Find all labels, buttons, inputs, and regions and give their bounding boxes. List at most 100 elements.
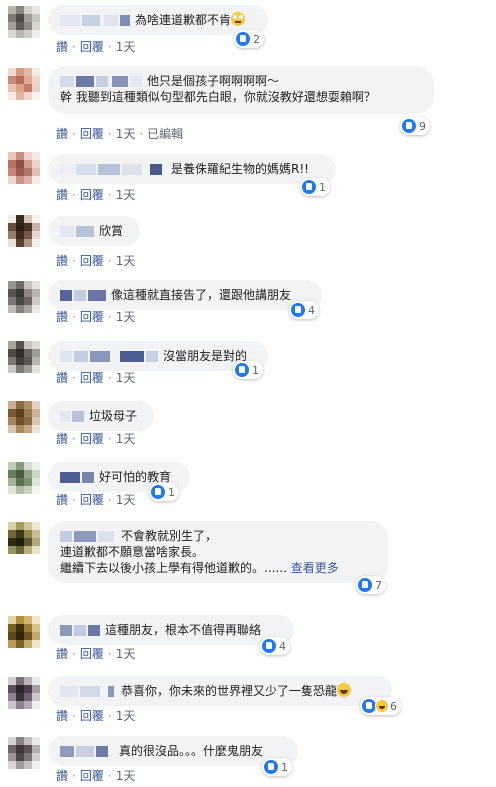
commenter-name[interactable] bbox=[60, 531, 118, 542]
like-button[interactable]: 讚 bbox=[56, 432, 68, 446]
commenter-name[interactable] bbox=[60, 15, 132, 26]
reply-button[interactable]: 回覆 bbox=[80, 493, 104, 507]
reply-button[interactable]: 回覆 bbox=[80, 188, 104, 202]
avatar[interactable] bbox=[8, 677, 40, 709]
timestamp[interactable]: 1天 bbox=[116, 127, 136, 141]
reply-button[interactable]: 回覆 bbox=[80, 647, 104, 661]
comment-text: 沒當朋友是對的 bbox=[163, 349, 248, 363]
commenter-name[interactable] bbox=[60, 686, 118, 697]
reaction-count[interactable]: 4 bbox=[260, 637, 290, 655]
avatar[interactable] bbox=[8, 152, 40, 184]
like-button[interactable]: 讚 bbox=[56, 493, 68, 507]
avatar[interactable] bbox=[8, 462, 40, 494]
timestamp[interactable]: 1天 bbox=[116, 647, 136, 661]
avatar[interactable] bbox=[8, 281, 40, 313]
timestamp[interactable]: 1天 bbox=[116, 371, 136, 385]
like-icon bbox=[302, 180, 316, 194]
like-icon bbox=[358, 578, 372, 592]
like-button[interactable]: 讚 bbox=[56, 371, 68, 385]
comment-bubble: 像這種就直接告了，還跟他講朋友 bbox=[48, 280, 322, 310]
like-button[interactable]: 讚 bbox=[56, 188, 68, 202]
like-icon bbox=[235, 363, 249, 377]
reply-button[interactable]: 回覆 bbox=[80, 709, 104, 723]
reply-button[interactable]: 回覆 bbox=[80, 310, 104, 324]
grinning-sweat-emoji-icon bbox=[337, 683, 352, 697]
comment-actions: 讚 · 回覆 · 1天 bbox=[56, 647, 136, 661]
timestamp[interactable]: 1天 bbox=[116, 40, 136, 54]
avatar[interactable] bbox=[8, 522, 40, 554]
reaction-count-value: 6 bbox=[390, 699, 397, 713]
commenter-name[interactable] bbox=[60, 411, 86, 422]
comment-bubble: 真的很沒品。。。什麼鬼朋友 bbox=[48, 736, 298, 766]
like-button[interactable]: 讚 bbox=[56, 769, 68, 783]
avatar[interactable] bbox=[8, 737, 40, 769]
edited-label[interactable]: 已編輯 bbox=[147, 127, 183, 141]
comment-text-line-2: 連道歉都不願意當啥家長。 bbox=[60, 545, 205, 559]
reaction-count[interactable]: 7 bbox=[356, 576, 386, 594]
reply-button[interactable]: 回覆 bbox=[80, 769, 104, 783]
comment-actions: 讚 · 回覆 · 1天 bbox=[56, 709, 136, 723]
like-icon bbox=[151, 485, 165, 499]
comment-bubble: 欣賞 bbox=[48, 216, 140, 246]
reaction-count[interactable]: 4 bbox=[289, 301, 319, 319]
like-button[interactable]: 讚 bbox=[56, 709, 68, 723]
reaction-count-value: 7 bbox=[375, 578, 382, 592]
reaction-count-value: 9 bbox=[419, 119, 426, 133]
like-button[interactable]: 讚 bbox=[56, 254, 68, 268]
commenter-name[interactable] bbox=[60, 625, 102, 636]
commenter-name[interactable] bbox=[60, 472, 96, 483]
like-button[interactable]: 讚 bbox=[56, 40, 68, 54]
like-icon bbox=[291, 303, 305, 317]
reaction-count[interactable]: 6 bbox=[360, 697, 401, 715]
reply-button[interactable]: 回覆 bbox=[80, 40, 104, 54]
comment-actions: 讚 · 回覆 · 1天 bbox=[56, 310, 136, 324]
comment-bubble: 不會教就別生了， 連道歉都不願意當啥家長。 繼續下去以後小孩上學有得他道歉的。.… bbox=[48, 521, 388, 583]
comment-bubble: 這種朋友，根本不值得再聯絡 bbox=[48, 615, 294, 645]
reaction-count[interactable]: 1 bbox=[149, 483, 179, 501]
avatar[interactable] bbox=[8, 68, 40, 100]
reaction-count[interactable]: 1 bbox=[262, 758, 292, 776]
avatar[interactable] bbox=[8, 215, 40, 247]
avatar[interactable] bbox=[8, 341, 40, 373]
avatar[interactable] bbox=[8, 401, 40, 433]
timestamp[interactable]: 1天 bbox=[116, 432, 136, 446]
timestamp[interactable]: 1天 bbox=[116, 769, 136, 783]
commenter-name[interactable] bbox=[60, 746, 116, 757]
timestamp[interactable]: 1天 bbox=[116, 493, 136, 507]
comment-actions: 讚 · 回覆 · 1天 bbox=[56, 432, 136, 446]
timestamp[interactable]: 1天 bbox=[116, 310, 136, 324]
comment-actions: 讚 · 回覆 · 1天 bbox=[56, 40, 136, 54]
reply-button[interactable]: 回覆 bbox=[80, 127, 104, 141]
reply-button[interactable]: 回覆 bbox=[80, 432, 104, 446]
reaction-count[interactable]: 1 bbox=[300, 178, 330, 196]
comment-text: 為啥連道歉都不肯 bbox=[135, 13, 232, 27]
comment-text: 是養侏羅紀生物的媽媽R!! bbox=[171, 162, 309, 176]
comment-text: 欣賞 bbox=[99, 224, 124, 238]
like-icon bbox=[264, 760, 278, 774]
commenter-name[interactable] bbox=[60, 351, 160, 362]
reply-button[interactable]: 回覆 bbox=[80, 254, 104, 268]
timestamp[interactable]: 1天 bbox=[116, 709, 136, 723]
like-button[interactable]: 讚 bbox=[56, 310, 68, 324]
commenter-name[interactable] bbox=[60, 164, 168, 175]
like-button[interactable]: 讚 bbox=[56, 647, 68, 661]
see-more-link[interactable]: 查看更多 bbox=[291, 561, 339, 575]
timestamp[interactable]: 1天 bbox=[116, 188, 136, 202]
avatar[interactable] bbox=[8, 6, 40, 38]
comment-bubble: 垃圾母子 bbox=[48, 401, 154, 431]
comment-text: 真的很沒品。。。什麼鬼朋友 bbox=[119, 744, 264, 758]
comment-bubble: 恭喜你，你未來的世界裡又少了一隻恐龍 bbox=[48, 676, 392, 706]
commenter-name[interactable] bbox=[60, 226, 96, 237]
reaction-count[interactable]: 2 bbox=[234, 30, 264, 48]
reaction-count[interactable]: 1 bbox=[233, 361, 263, 379]
reply-button[interactable]: 回覆 bbox=[80, 371, 104, 385]
avatar[interactable] bbox=[8, 616, 40, 648]
commenter-name[interactable] bbox=[60, 290, 108, 301]
comment-bubble: 他只是個孩子啊啊啊啊～ 幹 我聽到這種類似句型都先白眼，你就沒教好還想耍賴啊？ bbox=[48, 66, 434, 114]
commenter-name[interactable] bbox=[60, 76, 144, 87]
reaction-count-value: 1 bbox=[168, 485, 175, 499]
like-button[interactable]: 讚 bbox=[56, 127, 68, 141]
timestamp[interactable]: 1天 bbox=[116, 254, 136, 268]
reaction-count[interactable]: 9 bbox=[400, 117, 430, 135]
haha-icon bbox=[375, 699, 389, 713]
